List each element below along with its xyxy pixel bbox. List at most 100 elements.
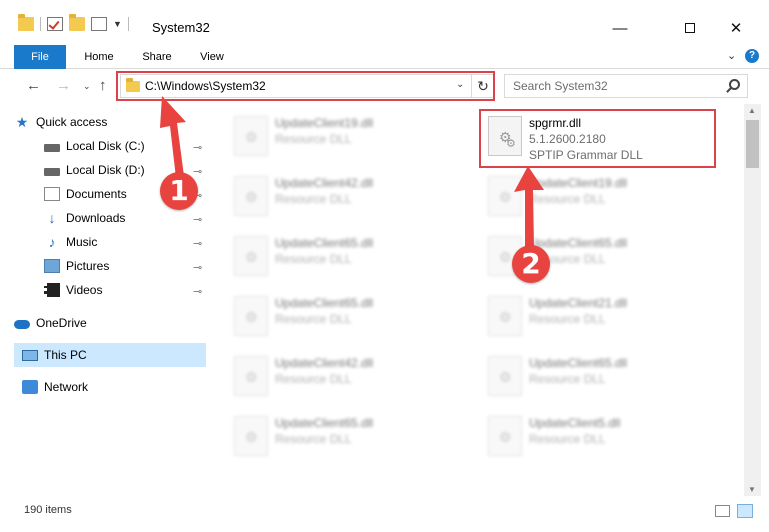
rename-icon[interactable] [91, 17, 107, 31]
sidebar-item-music[interactable]: ♪ Music [44, 230, 206, 254]
file-name: UpdateClient65.dll [529, 356, 628, 370]
sidebar-item-label: Local Disk (D:) [66, 163, 145, 177]
back-button[interactable]: ← [26, 77, 41, 94]
videos-icon [44, 283, 60, 297]
details-view-icon[interactable] [715, 505, 730, 517]
list-item[interactable]: ⚙ UpdateClient65.dll Resource DLL [228, 232, 468, 284]
dll-file-icon: ⚙ [234, 416, 268, 456]
properties-check-icon[interactable] [47, 17, 63, 31]
gear-icon: ⚙ [245, 309, 258, 325]
gear-icon: ⚙ [499, 309, 512, 325]
list-item[interactable]: ⚙ UpdateClient65.dll Resource DLL [228, 292, 468, 344]
file-description: Resource DLL [275, 372, 352, 386]
gear-icon: ⚙ [499, 249, 512, 265]
tab-share[interactable]: Share [138, 46, 176, 69]
file-name: UpdateClient65.dll [529, 236, 628, 250]
list-item[interactable]: ⚙ UpdateClient65.dll Resource DLL [228, 412, 468, 464]
disk-icon [44, 143, 60, 152]
tab-file[interactable]: File [14, 45, 66, 69]
file-name: UpdateClient42.dll [275, 356, 374, 370]
sidebar-item-label: OneDrive [36, 316, 87, 330]
sidebar-item-label: Documents [66, 187, 127, 201]
list-item[interactable]: ⚙ UpdateClient19.dll Resource DLL [228, 112, 468, 164]
sidebar-item-onedrive[interactable]: OneDrive [14, 311, 206, 335]
dll-file-icon: ⚙ [488, 176, 522, 216]
step-badge-2: 2 [512, 245, 550, 283]
separator [127, 17, 129, 31]
music-icon: ♪ [48, 234, 56, 250]
documents-icon [44, 187, 60, 201]
list-item[interactable]: ⚙ UpdateClient65.dll Resource DLL [482, 352, 722, 404]
list-item[interactable]: ⚙ UpdateClient5.dll Resource DLL [482, 412, 722, 464]
gear-icon: ⚙ [499, 189, 512, 205]
item-count: 190 items [24, 504, 72, 516]
recent-locations-chevron-icon[interactable]: ⌄ [83, 81, 91, 92]
sidebar-item-label: Pictures [66, 259, 110, 273]
pin-icon[interactable]: ⊸ [193, 285, 202, 298]
maximize-icon [685, 23, 695, 33]
download-icon: ↓ [48, 210, 56, 226]
onedrive-cloud-icon [14, 319, 30, 329]
list-item[interactable]: ⚙ UpdateClient19.dll Resource DLL [482, 172, 722, 224]
file-highlight [479, 109, 716, 168]
gear-icon: ⚙ [245, 129, 258, 145]
address-bar-highlight [116, 71, 495, 101]
sidebar-item-label: Quick access [36, 115, 108, 129]
gear-icon: ⚙ [499, 429, 512, 445]
expand-ribbon-chevron-icon[interactable]: ⌄ [727, 49, 736, 62]
minimize-button[interactable]: — [597, 14, 643, 42]
gear-icon: ⚙ [245, 249, 258, 265]
navigation-pane: ★ Quick access Local Disk (C:) ⊸ Local D… [0, 104, 208, 496]
up-button[interactable]: ↑ [99, 77, 107, 94]
pin-icon[interactable]: ⊸ [193, 237, 202, 250]
file-name: UpdateClient65.dll [275, 416, 374, 430]
list-item[interactable]: ⚙ UpdateClient42.dll Resource DLL [228, 172, 468, 224]
step-badge-1: 1 [160, 172, 198, 210]
sidebar-item-network[interactable]: Network [14, 375, 206, 399]
folder-icon[interactable] [18, 14, 34, 31]
sidebar-item-local-disk-c[interactable]: Local Disk (C:) [44, 134, 206, 158]
sidebar-item-label: Videos [66, 283, 103, 297]
pin-icon[interactable]: ⊸ [193, 213, 202, 226]
pin-icon[interactable]: ⊸ [193, 141, 202, 154]
maximize-button[interactable] [667, 14, 713, 42]
sidebar-item-videos[interactable]: Videos [44, 278, 206, 302]
dll-file-icon: ⚙ [234, 236, 268, 276]
file-name: UpdateClient5.dll [529, 416, 621, 430]
sidebar-item-quick-access[interactable]: ★ Quick access [14, 110, 206, 134]
sidebar-item-label: Downloads [66, 211, 126, 225]
tab-view[interactable]: View [194, 46, 230, 69]
new-folder-icon[interactable] [69, 14, 85, 31]
gear-icon: ⚙ [245, 429, 258, 445]
title-bar: ▼ System32 — ✕ [0, 0, 769, 43]
quick-access-toolbar: ▼ [18, 14, 129, 31]
pictures-icon [44, 259, 60, 273]
tab-home[interactable]: Home [80, 46, 118, 69]
file-description: Resource DLL [529, 192, 606, 206]
pin-icon[interactable]: ⊸ [193, 261, 202, 274]
star-icon: ★ [15, 114, 29, 130]
computer-icon [22, 349, 38, 361]
vertical-scrollbar[interactable]: ▲ ▼ [744, 104, 761, 496]
sidebar-item-this-pc[interactable]: This PC [14, 343, 206, 367]
sidebar-item-pictures[interactable]: Pictures [44, 254, 206, 278]
search-field[interactable]: Search System32 [504, 74, 748, 98]
search-input[interactable]: Search System32 [513, 79, 608, 93]
scroll-thumb[interactable] [746, 120, 759, 168]
list-item[interactable]: ⚙ UpdateClient42.dll Resource DLL [228, 352, 468, 404]
customize-toolbar-chevron-icon[interactable]: ▼ [113, 19, 122, 29]
dll-file-icon: ⚙ [488, 416, 522, 456]
list-item[interactable]: ⚙ UpdateClient21.dll Resource DLL [482, 292, 722, 344]
scroll-down-arrow-icon[interactable]: ▼ [748, 485, 756, 494]
help-icon[interactable]: ? [745, 49, 759, 63]
tiles-view-icon[interactable] [737, 504, 753, 518]
close-button[interactable]: ✕ [713, 14, 759, 42]
file-description: Resource DLL [275, 192, 352, 206]
sidebar-item-label: Music [66, 235, 98, 249]
search-icon[interactable] [729, 79, 740, 90]
forward-button[interactable]: → [56, 77, 71, 94]
scroll-up-arrow-icon[interactable]: ▲ [748, 106, 756, 115]
dll-file-icon: ⚙ [488, 356, 522, 396]
pin-icon[interactable]: ⊸ [193, 165, 202, 178]
sidebar-item-label: Local Disk (C:) [66, 139, 145, 153]
